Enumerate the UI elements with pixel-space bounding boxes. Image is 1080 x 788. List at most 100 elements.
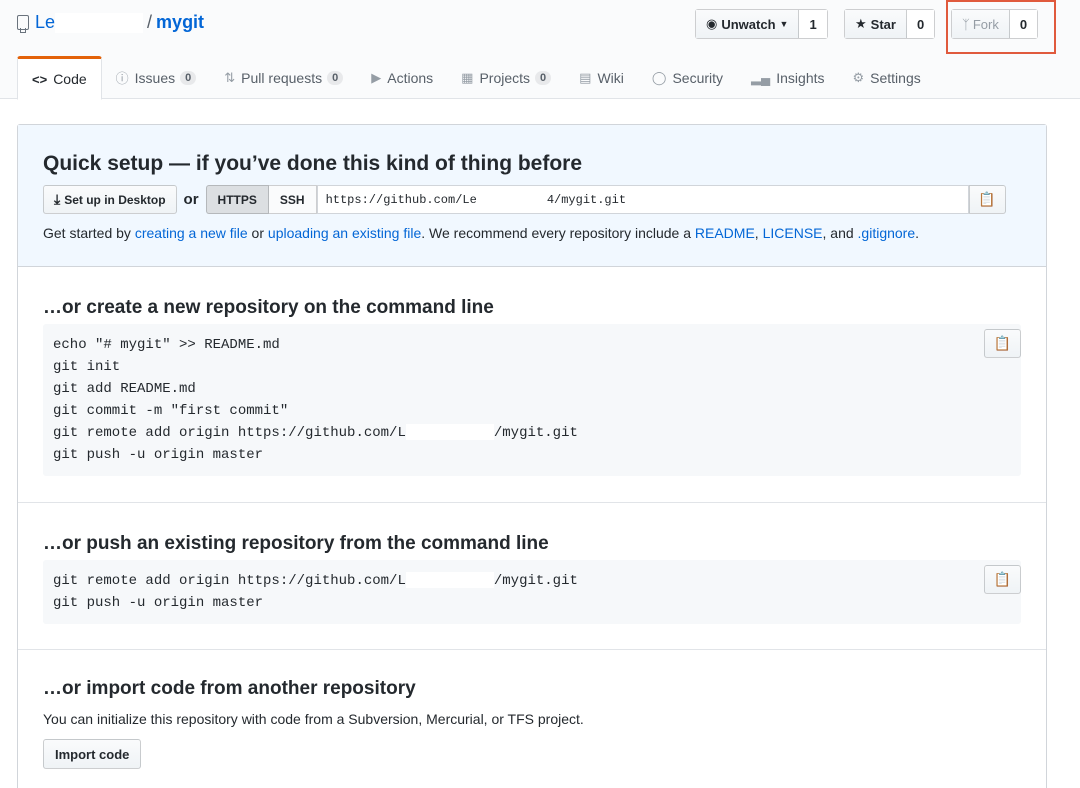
gitignore-link[interactable]: .gitignore [858, 225, 916, 241]
protocol-selector: HTTPS SSH [205, 185, 317, 214]
pull-request-icon: ⇅ [224, 69, 236, 85]
copy-push-commands-button[interactable]: 📋 [984, 565, 1021, 594]
projects-counter: 0 [535, 70, 552, 85]
tab-label: Issues [134, 69, 176, 86]
clipboard-icon: 📋 [993, 335, 1012, 351]
license-link[interactable]: LICENSE [763, 225, 823, 241]
upload-file-link[interactable]: uploading an existing file [268, 225, 421, 241]
https-toggle[interactable]: HTTPS [205, 185, 269, 214]
star-group: ★ Star 0 [844, 9, 936, 39]
star-icon: ★ [855, 16, 867, 31]
code-line-end: /mygit.git [493, 573, 578, 589]
desktop-button-label: Set up in Desktop [64, 192, 166, 207]
redaction-mask [476, 192, 547, 207]
tab-projects[interactable]: ▦ Projects 0 [447, 56, 565, 99]
push-code-block: git remote add origin https://github.com… [43, 560, 1021, 624]
repo-title: Le / mygit [17, 12, 204, 33]
help-text: , and [822, 225, 858, 241]
repo-icon [17, 15, 29, 33]
tab-label: Projects [479, 69, 531, 86]
tab-label: Code [53, 71, 87, 87]
issue-icon: ⓘ [115, 71, 129, 86]
create-repo-title: …or create a new repository on the comma… [43, 297, 494, 318]
issues-counter: 0 [180, 70, 197, 85]
star-button[interactable]: ★ Star [845, 10, 907, 38]
create-code-block: echo "# mygit" >> README.md git init git… [43, 324, 1021, 476]
copy-url-button[interactable]: 📋 [968, 185, 1006, 214]
redaction-mask [405, 424, 494, 441]
help-text: Get started by [43, 225, 135, 241]
tab-insights[interactable]: ▂▄ Insights [737, 56, 838, 99]
tab-label: Pull requests [241, 69, 323, 86]
play-icon: ▶ [371, 69, 382, 85]
caret-down-icon: ▼ [779, 19, 789, 29]
star-label: Star [870, 16, 896, 32]
help-text: , [754, 225, 763, 241]
tab-code[interactable]: <> Code [17, 56, 102, 100]
import-code-button[interactable]: Import code [43, 739, 142, 769]
book-icon: ▤ [579, 69, 592, 85]
push-repo-section: …or push an existing repository from the… [18, 503, 1046, 650]
watchers-count[interactable]: 1 [799, 10, 827, 38]
stars-count[interactable]: 0 [906, 10, 935, 38]
tab-label: Insights [776, 69, 825, 86]
push-repo-title: …or push an existing repository from the… [43, 533, 549, 554]
help-text: or [247, 225, 268, 241]
fork-highlight-box [946, 0, 1056, 54]
code-line: git remote add origin https://github.com… [53, 573, 406, 589]
create-repo-section: …or create a new repository on the comma… [18, 267, 1046, 503]
watch-group: ◉ Unwatch ▼ 1 [695, 9, 828, 39]
copy-create-commands-button[interactable]: 📋 [984, 329, 1021, 358]
project-icon: ▦ [461, 69, 474, 85]
code-line: git push -u origin master [53, 595, 264, 611]
tab-issues[interactable]: ⓘ Issues 0 [102, 56, 211, 99]
repo-header: Le / mygit ◉ Unwatch ▼ 1 ★ Star 0 ᛉ Fork [0, 0, 1080, 100]
tab-security[interactable]: ◯ Security [638, 56, 737, 99]
tab-actions[interactable]: ▶ Actions [357, 56, 447, 99]
empty-repo-box: Quick setup — if you’ve done this kind o… [17, 124, 1047, 788]
import-description: You can initialize this repository with … [43, 711, 584, 727]
graph-icon: ▂▄ [751, 69, 771, 85]
unwatch-label: Unwatch [721, 16, 776, 32]
import-title: …or import code from another repository [43, 678, 416, 699]
code-line: git commit -m "first commit" [53, 403, 289, 419]
code-line: git remote add origin https://github.com… [53, 425, 406, 441]
clone-url-input[interactable]: https://github.com/Le 4/mygit.git [316, 185, 969, 214]
gear-icon: ⚙ [852, 69, 865, 85]
setup-desktop-button[interactable]: ⤓ Set up in Desktop [43, 185, 177, 214]
tab-pull-requests[interactable]: ⇅ Pull requests 0 [210, 56, 357, 99]
eye-icon: ◉ [706, 16, 718, 31]
create-file-link[interactable]: creating a new file [135, 225, 248, 241]
desktop-download-icon: ⤓ [54, 191, 61, 207]
redaction-mask [405, 572, 494, 589]
tab-wiki[interactable]: ▤ Wiki [565, 56, 638, 99]
code-line: git init [53, 359, 121, 375]
quick-setup-title: Quick setup — if you’ve done this kind o… [43, 152, 583, 175]
help-text: . [915, 225, 920, 241]
tab-label: Wiki [597, 69, 624, 86]
url-start: https://github.com/Le [325, 192, 477, 207]
tab-label: Settings [870, 69, 921, 86]
setup-help-text: Get started by creating a new file or up… [43, 225, 919, 241]
pull-requests-counter: 0 [327, 70, 344, 85]
or-label: or [183, 191, 199, 208]
owner-link[interactable]: Le [35, 12, 55, 33]
code-icon: <> [32, 71, 48, 87]
readme-link[interactable]: README [695, 225, 755, 241]
redaction-mask [55, 12, 144, 33]
ssh-toggle[interactable]: SSH [268, 185, 317, 214]
code-line: echo "# mygit" >> README.md [53, 337, 280, 353]
repo-name-link[interactable]: mygit [156, 12, 204, 33]
unwatch-button[interactable]: ◉ Unwatch ▼ [696, 10, 800, 38]
clipboard-icon: 📋 [993, 571, 1012, 587]
clone-url-row: ⤓ Set up in Desktop or HTTPS SSH https:/… [43, 185, 1006, 214]
url-end: 4/mygit.git [546, 192, 627, 207]
code-line: git add README.md [53, 381, 196, 397]
code-line: git push -u origin master [53, 447, 264, 463]
clipboard-icon: 📋 [978, 191, 996, 207]
code-line-end: /mygit.git [493, 425, 578, 441]
repo-nav-tabs: <> Code ⓘ Issues 0 ⇅ Pull requests 0 ▶ A… [17, 56, 935, 100]
tab-label: Actions [387, 69, 434, 86]
tab-label: Security [672, 69, 724, 86]
tab-settings[interactable]: ⚙ Settings [839, 56, 935, 99]
